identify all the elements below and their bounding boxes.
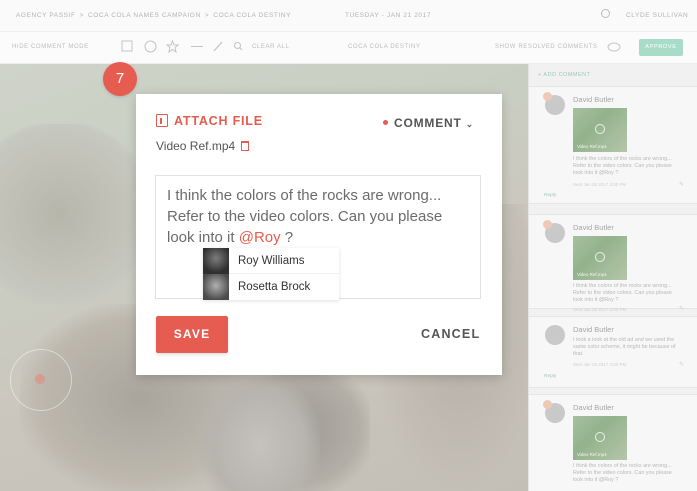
comment-text: I took a look at the old ad and we used … (573, 337, 676, 357)
avatar (203, 248, 229, 274)
comment-time: Sent Jan 26 2017 3:00 PM (573, 307, 627, 312)
comment-body: I think the colors of the rocks are wron… (167, 187, 443, 246)
comment-author: David Butler (573, 223, 614, 232)
search-icon[interactable] (233, 40, 243, 53)
comment-dialog: ATTACH FILE COMMENT ⌄ Video Ref.mp4 I thi… (136, 94, 502, 375)
save-button[interactable]: SAVE (156, 316, 228, 353)
attachment-caption: Video Ref.mp4 (577, 144, 607, 149)
attachment-thumbnail[interactable]: Video Ref.mp4 (573, 108, 627, 152)
breadcrumb-project[interactable]: COCA COLA DESTINY (213, 12, 291, 19)
comment-author: David Butler (573, 95, 614, 104)
mention-tag[interactable]: @Roy (239, 229, 281, 246)
annotation-marker[interactable] (35, 374, 45, 384)
hide-comment-mode-toggle[interactable]: HIDE COMMENT MODE (12, 44, 89, 50)
add-comment-button[interactable]: + ADD COMMENT (538, 72, 591, 78)
comment-author: David Butler (573, 403, 614, 412)
reply-link[interactable]: Reply (544, 374, 556, 379)
clear-all-button[interactable]: CLEAR ALL (252, 44, 289, 50)
attach-file-icon (156, 114, 168, 127)
rectangle-tool-icon[interactable] (121, 40, 133, 52)
pen-tool-icon[interactable] (212, 40, 224, 53)
toolbar: HIDE COMMENT MODE CLEAR ALL COCA COLA DE… (0, 32, 697, 64)
mention-suggestions: Roy Williams Rosetta Brock (203, 248, 339, 300)
comment-input-text[interactable]: I think the colors of the rocks are wron… (167, 185, 473, 248)
play-icon (595, 124, 605, 134)
comment-card[interactable]: David Butler Video Ref.mp4 I think the c… (529, 86, 697, 204)
attachment-thumbnail[interactable]: Video Ref.mp4 (573, 416, 627, 460)
canvas-person (200, 374, 320, 491)
avatar (203, 274, 229, 300)
unread-dot (543, 220, 552, 229)
comment-time: Sent Jan 26 2017 3:00 PM (573, 182, 627, 187)
circle-tool-icon[interactable] (144, 40, 157, 53)
attached-file-name: Video Ref.mp4 (156, 139, 236, 153)
canvas-rock (0, 124, 150, 304)
mention-suggestion-item[interactable]: Roy Williams (203, 248, 339, 274)
comment-input[interactable]: I think the colors of the rocks are wron… (155, 175, 481, 300)
trash-icon[interactable] (241, 141, 250, 151)
attach-file-label: ATTACH FILE (174, 114, 263, 128)
comment-author: David Butler (573, 325, 614, 334)
attachment-caption: Video Ref.mp4 (577, 272, 607, 277)
attachment-thumbnail[interactable]: Video Ref.mp4 (573, 236, 627, 280)
breadcrumb-separator: > (204, 12, 210, 19)
suggestion-name: Rosetta Brock (238, 281, 311, 293)
breadcrumb-campaign[interactable]: COCA COLA NAMES CAMPAIGN (88, 12, 201, 19)
breadcrumb-agency[interactable]: AGENCY PASSIF (16, 12, 76, 19)
user-menu[interactable]: CLYDE SULLIVAN (626, 12, 688, 19)
project-selector[interactable]: COCA COLA DESTINY (348, 44, 421, 50)
line-tool-icon[interactable] (190, 40, 204, 53)
cancel-button[interactable]: CANCEL (421, 327, 480, 341)
comment-card[interactable]: David Butler Video Ref.mp4 I think the c… (529, 394, 697, 491)
attachment-caption: Video Ref.mp4 (577, 452, 607, 457)
reply-link[interactable]: Reply (544, 193, 556, 198)
attached-file: Video Ref.mp4 (156, 139, 250, 153)
comment-text: I think the colors of the rocks are wron… (573, 283, 672, 303)
comment-text: I think the colors of the rocks are wron… (573, 156, 672, 176)
breadcrumb-separator: > (79, 12, 84, 19)
chevron-down-icon: ⌄ (465, 119, 474, 129)
comments-sidebar: + ADD COMMENT David Butler Video Ref.mp4… (528, 64, 697, 491)
edit-icon[interactable]: ✎ (679, 305, 684, 312)
play-icon (595, 432, 605, 442)
status-dot (383, 120, 388, 125)
mention-suggestion-item[interactable]: Rosetta Brock (203, 274, 339, 300)
breadcrumb: AGENCY PASSIF > COCA COLA NAMES CAMPAIGN > C… (16, 12, 291, 19)
comment-text: I think the colors of the rocks are wron… (573, 463, 672, 483)
comment-bubble-icon[interactable] (607, 42, 621, 53)
comment-type-dropdown[interactable]: COMMENT ⌄ (383, 116, 474, 130)
avatar (545, 325, 565, 345)
comment-body-end: ? (280, 229, 294, 246)
date-label: TUESDAY - JAN 21 2017 (345, 12, 432, 19)
play-icon (595, 252, 605, 262)
comment-time: Sent Jan 26 2017 3:00 PM (573, 362, 627, 367)
clock-icon[interactable] (601, 9, 610, 18)
comment-type-label: COMMENT (394, 116, 462, 130)
step-badge: 7 (103, 62, 137, 96)
comment-card[interactable]: David Butler Video Ref.mp4 I think the c… (529, 214, 697, 312)
edit-icon[interactable]: ✎ (679, 181, 684, 188)
edit-icon[interactable]: ✎ (679, 361, 684, 368)
approve-button[interactable]: APPROVE (639, 39, 683, 56)
star-tool-icon[interactable] (166, 40, 179, 53)
top-bar: AGENCY PASSIF > COCA COLA NAMES CAMPAIGN > C… (0, 0, 697, 32)
show-resolved-toggle[interactable]: SHOW RESOLVED COMMENTS (495, 44, 597, 50)
suggestion-name: Roy Williams (238, 255, 305, 267)
attach-file-button[interactable]: ATTACH FILE (156, 114, 263, 128)
unread-dot (543, 400, 552, 409)
comment-card[interactable]: David Butler I took a look at the old ad… (529, 316, 697, 388)
unread-dot (543, 92, 552, 101)
